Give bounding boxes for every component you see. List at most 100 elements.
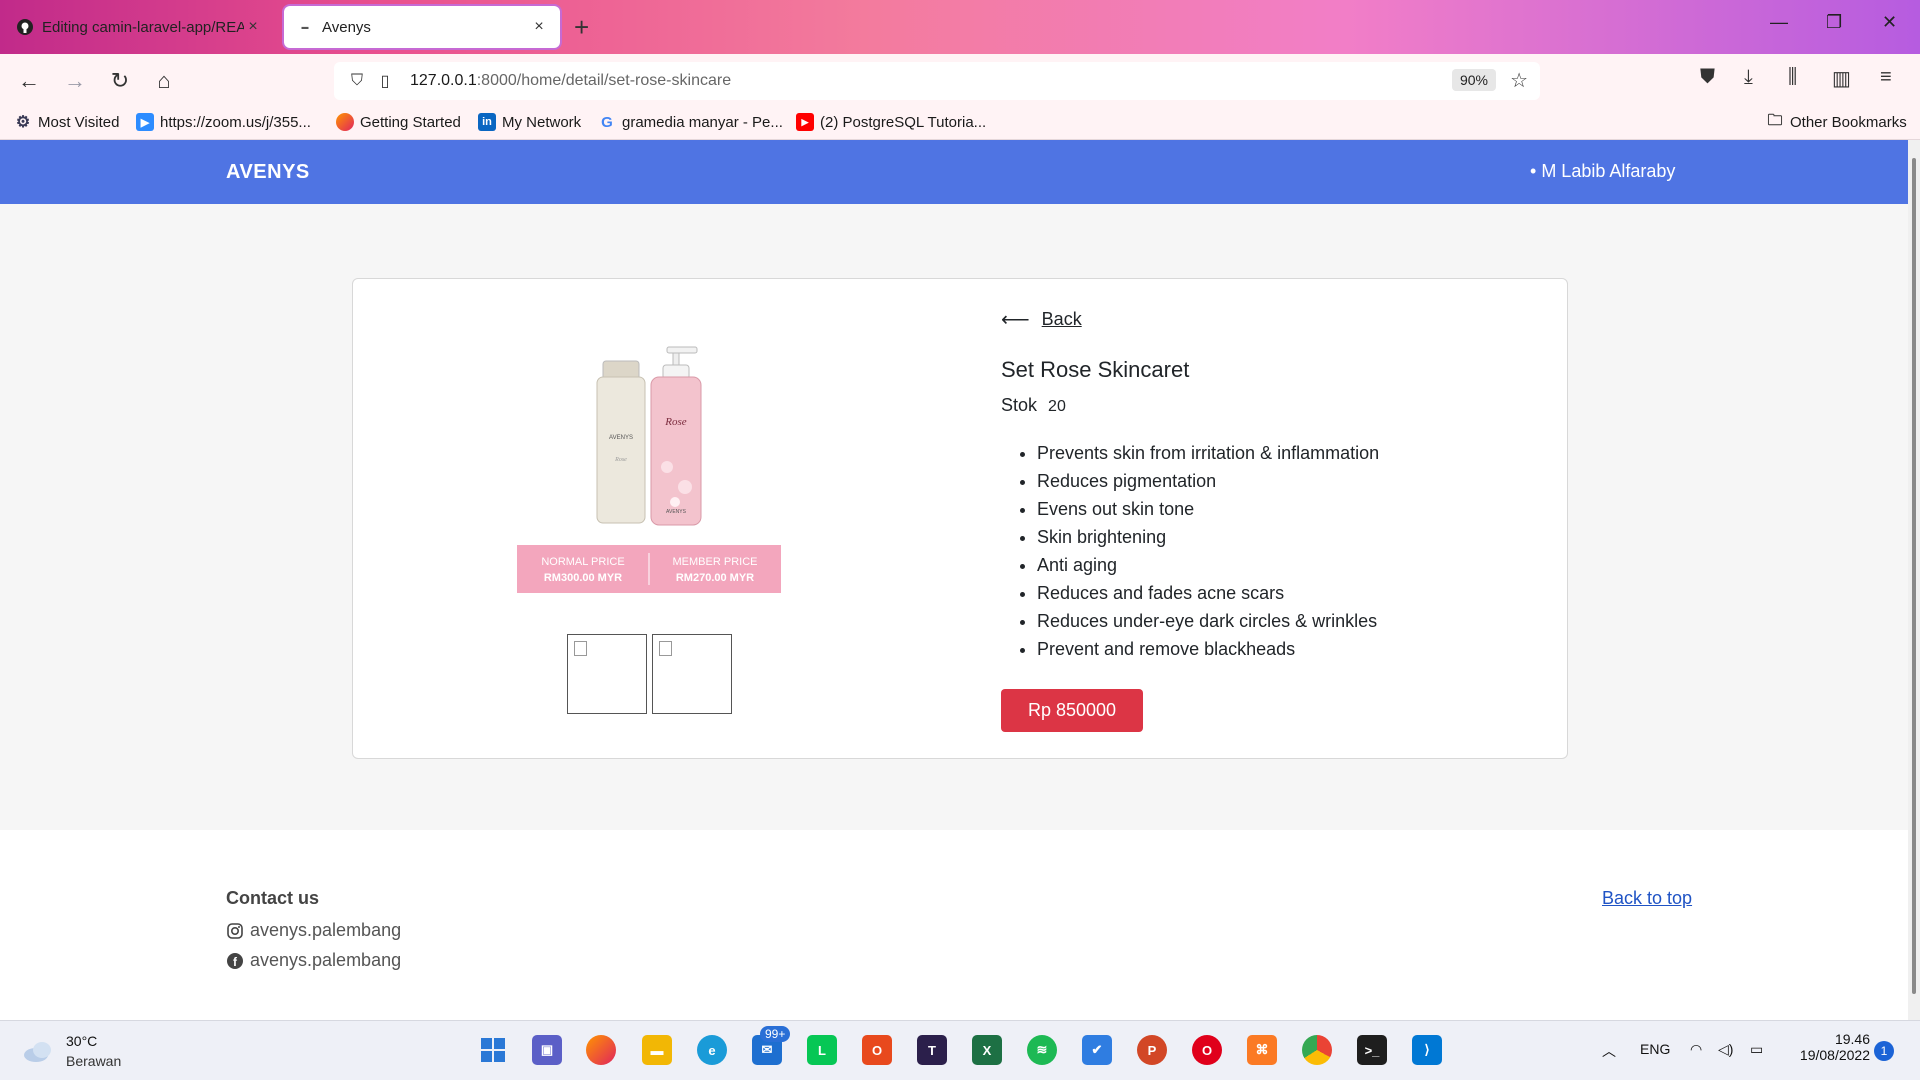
- user-menu[interactable]: • M Labib Alfaraby: [1530, 161, 1675, 182]
- facebook-link[interactable]: f avenys.palembang: [226, 950, 401, 971]
- left-bottle-brand: AVENYS: [609, 435, 633, 441]
- feature-item: Prevents skin from irritation & inflamma…: [1037, 439, 1379, 467]
- vscode-icon[interactable]: ⟩: [1412, 1035, 1442, 1065]
- url-host: 127.0.0.1: [410, 72, 477, 89]
- notification-badge[interactable]: 1: [1874, 1041, 1894, 1061]
- site-footer: Contact us avenys.palembang f avenys.pal…: [0, 830, 1908, 1020]
- other-bookmarks[interactable]: 🗀 Other Bookmarks: [1766, 112, 1907, 131]
- right-bottle-brand: AVENYS: [666, 509, 687, 515]
- mail-badge: 99+: [760, 1026, 791, 1042]
- back-to-top-link[interactable]: Back to top: [1602, 888, 1692, 909]
- zoom-level[interactable]: 90%: [1451, 69, 1496, 91]
- instagram-link[interactable]: avenys.palembang: [226, 920, 401, 941]
- home-icon[interactable]: ⌂: [149, 66, 179, 96]
- file-explorer-icon[interactable]: ▬: [642, 1035, 672, 1065]
- chrome-icon[interactable]: [1302, 1035, 1332, 1065]
- scrollbar-thumb[interactable]: [1912, 158, 1916, 994]
- office-icon[interactable]: O: [862, 1035, 892, 1065]
- youtube-icon: ▶: [796, 113, 814, 131]
- tab-avenys[interactable]: ▬ Avenys ×: [284, 6, 560, 48]
- bookmark-label: My Network: [502, 113, 582, 131]
- tab-title: Avenys: [322, 18, 371, 36]
- stock-label: Stok: [1001, 395, 1038, 415]
- reload-icon[interactable]: ↻: [105, 66, 135, 96]
- tray-overflow-icon[interactable]: ︿: [1602, 1041, 1616, 1061]
- browser-toolbar: ← → ↻ ⌂ ⛉ ▯ 127.0.0.1:8000/home/detail/s…: [0, 54, 1920, 108]
- bookmark-most-visited[interactable]: ⚙ Most Visited: [14, 113, 120, 132]
- product-thumbnail[interactable]: [652, 634, 732, 714]
- normal-price-label: NORMAL PRICE: [541, 556, 624, 568]
- buy-price-button[interactable]: Rp 850000: [1001, 689, 1143, 732]
- xampp-icon[interactable]: ⌘: [1247, 1035, 1277, 1065]
- todo-icon[interactable]: ✔: [1082, 1035, 1112, 1065]
- bookmark-gramedia[interactable]: G gramedia manyar - Pe...: [598, 113, 783, 131]
- right-bottle-script: Rose: [664, 416, 687, 428]
- url-bar[interactable]: ⛉ ▯ 127.0.0.1:8000/home/detail/set-rose-…: [334, 62, 1540, 100]
- opera-icon[interactable]: O: [1192, 1035, 1222, 1065]
- clock-time: 19.46: [1834, 1031, 1870, 1047]
- powerpoint-icon[interactable]: P: [1137, 1035, 1167, 1065]
- forward-arrow-icon[interactable]: →: [60, 66, 90, 96]
- texstudio-icon[interactable]: T: [917, 1035, 947, 1065]
- sidebar-icon[interactable]: ▥: [1832, 66, 1851, 91]
- bookmark-label: https://zoom.us/j/355...: [160, 113, 311, 131]
- edge-icon[interactable]: e: [697, 1035, 727, 1065]
- restore-icon[interactable]: ❐: [1826, 12, 1842, 33]
- bookmark-label: gramedia manyar - Pe...: [622, 113, 783, 131]
- brand-logo[interactable]: AVENYS: [226, 161, 310, 184]
- facebook-handle: avenys.palembang: [250, 950, 402, 970]
- clock[interactable]: 19.46 19/08/2022: [1790, 1031, 1870, 1063]
- product-card: AVENYS Rose Rose AVENYS NORMAL PRICE RM3…: [352, 278, 1568, 759]
- wifi-icon[interactable]: ◠: [1690, 1041, 1702, 1058]
- url-path: :8000/home/detail/set-rose-skincare: [476, 72, 732, 89]
- excel-icon[interactable]: X: [972, 1035, 1002, 1065]
- bookmark-getting-started[interactable]: Getting Started: [336, 113, 461, 131]
- weather-temperature[interactable]: 30°C: [66, 1033, 97, 1049]
- back-label: Back: [1041, 309, 1082, 329]
- avenys-favicon: ▬: [301, 23, 309, 31]
- product-name: Set Rose Skincaret: [1001, 357, 1190, 382]
- library-icon[interactable]: ⫼: [1788, 66, 1797, 89]
- broken-image-icon: [574, 641, 587, 656]
- instagram-handle: avenys.palembang: [250, 920, 402, 940]
- new-tab-button[interactable]: +: [574, 12, 589, 43]
- firefox-taskbar-icon[interactable]: [586, 1035, 616, 1065]
- terminal-icon[interactable]: >_: [1357, 1035, 1387, 1065]
- back-arrow-icon[interactable]: ←: [14, 66, 44, 96]
- back-link[interactable]: ⟵ Back: [1001, 307, 1082, 332]
- spotify-icon[interactable]: ≋: [1027, 1035, 1057, 1065]
- tab-close-icon[interactable]: ×: [530, 18, 548, 36]
- close-window-icon[interactable]: ✕: [1882, 12, 1897, 33]
- menu-icon[interactable]: ≡: [1880, 66, 1892, 89]
- start-icon[interactable]: [478, 1035, 508, 1065]
- minimize-icon[interactable]: —: [1770, 12, 1788, 33]
- download-icon[interactable]: ⤓: [1744, 66, 1753, 89]
- site-navbar: AVENYS • M Labib Alfaraby: [0, 140, 1908, 204]
- feature-item: Skin brightening: [1037, 523, 1379, 551]
- product-thumbnail[interactable]: [567, 634, 647, 714]
- tab-close-icon[interactable]: ×: [244, 18, 262, 36]
- battery-icon[interactable]: ▭: [1750, 1041, 1763, 1058]
- bookmark-my-network[interactable]: in My Network: [478, 113, 581, 131]
- language-indicator[interactable]: ENG: [1640, 1041, 1670, 1057]
- feature-item: Evens out skin tone: [1037, 495, 1379, 523]
- bookmark-zoom[interactable]: ▶ https://zoom.us/j/355...: [136, 113, 311, 131]
- teams-chat-icon[interactable]: ▣: [532, 1035, 562, 1065]
- shield-icon: ⛉: [350, 72, 363, 89]
- pocket-icon[interactable]: ⛊: [1700, 66, 1715, 89]
- feature-item: Anti aging: [1037, 551, 1379, 579]
- line-icon[interactable]: L: [807, 1035, 837, 1065]
- product-image: AVENYS Rose Rose AVENYS NORMAL PRICE RM3…: [517, 346, 781, 593]
- broken-image-icon: [659, 641, 672, 656]
- bookmark-label: Most Visited: [38, 113, 120, 131]
- other-bookmarks-label: Other Bookmarks: [1790, 113, 1907, 131]
- tab-title: Editing camin-laravel-app/REA: [42, 18, 244, 36]
- google-icon: G: [601, 113, 613, 131]
- facebook-icon: f: [227, 952, 243, 969]
- volume-icon[interactable]: ◁): [1718, 1041, 1733, 1058]
- bookmark-star-icon[interactable]: ☆: [1510, 68, 1528, 93]
- tab-github[interactable]: Editing camin-laravel-app/REA ×: [4, 6, 274, 48]
- bookmark-label: (2) PostgreSQL Tutoria...: [820, 113, 987, 131]
- weather-condition[interactable]: Berawan: [66, 1053, 121, 1069]
- bookmark-postgresql[interactable]: ▶ (2) PostgreSQL Tutoria...: [796, 113, 986, 131]
